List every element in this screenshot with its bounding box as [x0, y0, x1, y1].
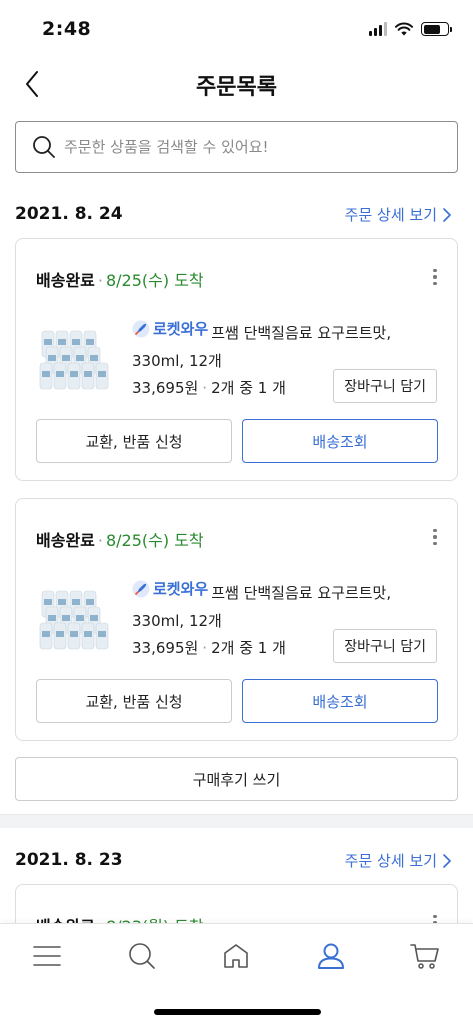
card-actions: 교환, 반품 신청 배송조회 — [36, 679, 438, 723]
order-card: 배송완료 · 8/25(수) 도착 로켓와우 프쌤 단백질음료 요구르트맛, 330… — [15, 238, 458, 481]
product-image[interactable] — [38, 587, 110, 653]
product-name: 로켓와우 프쌤 단백질음료 요구르트맛, 330ml, 12개 — [132, 315, 442, 375]
search-input[interactable] — [64, 138, 424, 156]
rocket-icon — [132, 320, 150, 338]
nav-header: 주문목록 — [0, 58, 473, 110]
group-divider — [0, 814, 473, 828]
page-title: 주문목록 — [196, 75, 277, 100]
exchange-return-button[interactable]: 교환, 반품 신청 — [36, 419, 232, 463]
card-actions: 교환, 반품 신청 배송조회 — [36, 419, 438, 463]
home-icon — [224, 944, 248, 968]
order-group: 2021. 8. 23 주문 상세 보기 — [0, 842, 473, 882]
search-icon — [129, 943, 155, 969]
chevron-right-icon — [443, 853, 451, 868]
delivery-status: 배송완료 · 8/25(수) 도착 — [36, 271, 204, 290]
order-date: 2021. 8. 23 — [15, 850, 123, 870]
badge-label: 로켓와우 — [153, 320, 209, 338]
status-icons — [369, 22, 452, 36]
price: 33,695원 — [132, 379, 199, 397]
chevron-right-icon — [443, 207, 451, 222]
price: 33,695원 — [132, 639, 199, 657]
status-label: 배송완료 — [36, 531, 95, 550]
price-row: 33,695원 · 2개 중 1 개 — [132, 639, 286, 657]
more-options-button[interactable] — [423, 263, 447, 291]
tab-cart[interactable] — [405, 936, 445, 976]
order-date: 2021. 8. 24 — [15, 204, 123, 224]
order-group-header: 2021. 8. 24 주문 상세 보기 — [0, 196, 473, 236]
menu-icon — [33, 946, 61, 966]
wifi-icon — [395, 22, 413, 36]
more-options-button[interactable] — [423, 523, 447, 551]
add-to-cart-button[interactable]: 장바구니 담기 — [333, 369, 437, 403]
battery-icon — [421, 22, 452, 36]
order-detail-label: 주문 상세 보기 — [344, 206, 437, 224]
track-delivery-button[interactable]: 배송조회 — [242, 419, 438, 463]
exchange-return-button[interactable]: 교환, 반품 신청 — [36, 679, 232, 723]
tab-home[interactable] — [216, 936, 256, 976]
order-detail-link[interactable]: 주문 상세 보기 — [345, 850, 451, 871]
order-detail-link[interactable]: 주문 상세 보기 — [345, 204, 451, 225]
price-row: 33,695원 · 2개 중 1 개 — [132, 379, 286, 397]
status-label: 배송완료 — [36, 271, 95, 290]
rocket-icon — [132, 580, 150, 598]
product-name: 로켓와우 프쌤 단백질음료 요구르트맛, 330ml, 12개 — [132, 575, 442, 635]
tab-menu[interactable] — [27, 936, 67, 976]
product-info[interactable]: 로켓와우 프쌤 단백질음료 요구르트맛, 330ml, 12개 — [132, 575, 442, 635]
order-group-header: 2021. 8. 23 주문 상세 보기 — [0, 842, 473, 882]
product-info[interactable]: 로켓와우 프쌤 단백질음료 요구르트맛, 330ml, 12개 — [132, 315, 442, 375]
signal-icon — [369, 22, 387, 36]
home-indicator — [154, 1009, 321, 1015]
search-box[interactable] — [15, 121, 458, 173]
rocket-badge: 로켓와우 — [132, 575, 208, 603]
badge-label: 로켓와우 — [153, 580, 209, 598]
status-time: 2:48 — [42, 18, 92, 40]
arrival-date: 8/25(수) 도착 — [105, 271, 204, 290]
quantity: 2개 중 1 개 — [211, 639, 286, 657]
order-group: 2021. 8. 24 주문 상세 보기 — [0, 196, 473, 236]
delivery-status: 배송완료 · 8/25(수) 도착 — [36, 531, 204, 550]
order-card: 배송완료 · 8/25(수) 도착 로켓와우 프쌤 단백질음료 요구르트맛, 330… — [15, 498, 458, 741]
tab-search[interactable] — [122, 936, 162, 976]
write-review-button[interactable]: 구매후기 쓰기 — [15, 757, 458, 801]
add-to-cart-button[interactable]: 장바구니 담기 — [333, 629, 437, 663]
track-delivery-button[interactable]: 배송조회 — [242, 679, 438, 723]
rocket-badge: 로켓와우 — [132, 315, 208, 343]
tab-my-page[interactable] — [311, 936, 351, 976]
arrival-date: 8/25(수) 도착 — [105, 531, 204, 550]
bottom-tab-bar — [0, 923, 473, 1024]
quantity: 2개 중 1 개 — [211, 379, 286, 397]
cart-icon — [410, 944, 439, 969]
product-image[interactable] — [38, 327, 110, 393]
order-detail-label: 주문 상세 보기 — [344, 852, 437, 870]
status-bar: 2:48 — [0, 0, 473, 60]
user-icon — [318, 943, 344, 969]
search-icon — [33, 136, 55, 158]
